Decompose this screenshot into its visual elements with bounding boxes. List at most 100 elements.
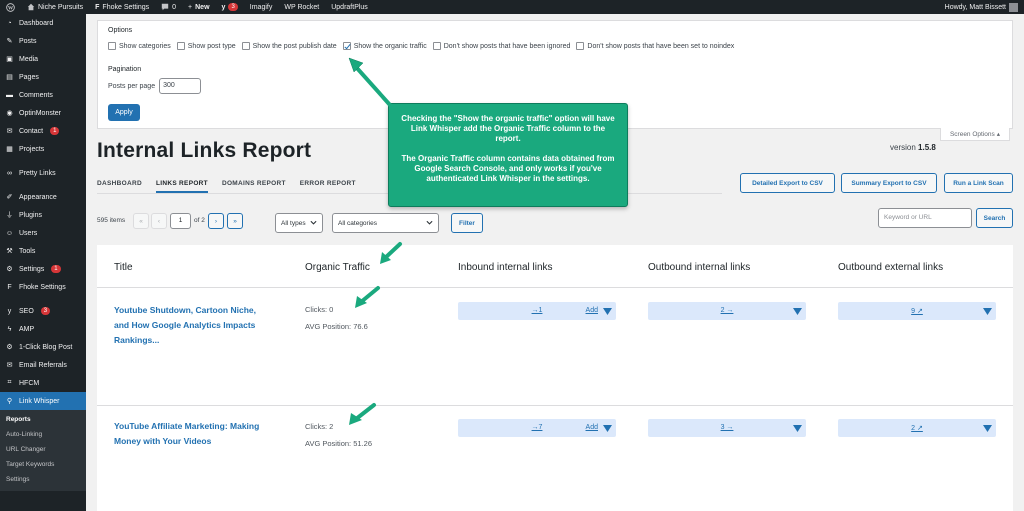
sidebar-item-pages[interactable]: ▤ Pages	[0, 68, 86, 86]
dropdown-arrow-icon[interactable]	[983, 308, 992, 315]
sidebar-item-email-referrals[interactable]: ✉ Email Referrals	[0, 356, 86, 374]
apply-button[interactable]: Apply	[108, 104, 140, 121]
add-inbound-link[interactable]: Add	[586, 307, 598, 314]
submenu-item-reports[interactable]: Reports	[0, 412, 86, 427]
new-content-link[interactable]: + New	[182, 0, 216, 14]
last-page-button[interactable]: »	[227, 213, 243, 229]
sidebar-item-amp[interactable]: ϟ AMP	[0, 320, 86, 338]
site-name-link[interactable]: Niche Pursuits	[21, 0, 89, 14]
checkbox[interactable]	[241, 42, 250, 50]
checkbox[interactable]	[342, 42, 351, 50]
current-page-input[interactable]: 1	[170, 213, 191, 229]
prev-page-button[interactable]: ‹	[151, 213, 167, 229]
submenu-item-target-keywords[interactable]: Target Keywords	[0, 457, 86, 472]
tab-error-report[interactable]: ERROR REPORT	[300, 176, 356, 193]
caret-up-icon: ▴	[996, 131, 1001, 138]
sidebar-item-contact[interactable]: ✉ Contact 1	[0, 122, 86, 140]
checkbox[interactable]	[108, 42, 116, 50]
sidebar-item-1-click-blog-post[interactable]: ⚙ 1-Click Blog Post	[0, 338, 86, 356]
sidebar-item-appearance[interactable]: ✐ Appearance	[0, 188, 86, 206]
outbound-internal-box[interactable]: 3 →	[648, 419, 806, 437]
outbound-external-box[interactable]: 9 ↗	[838, 302, 996, 320]
settings-icon: ⚙	[6, 266, 13, 273]
checkbox[interactable]	[576, 42, 585, 50]
option-don-t-show-posts-that-have-been-set-to-noindex[interactable]: Don't show posts that have been set to n…	[576, 42, 734, 50]
sidebar-item-comments[interactable]: ▬ Comments	[0, 86, 86, 104]
users-icon: ☺	[5, 229, 14, 237]
howdy-user[interactable]: Howdy, Matt Bissett	[939, 0, 1024, 14]
sidebar-item-settings[interactable]: ⚙ Settings 1	[0, 260, 86, 278]
submenu-item-auto-linking[interactable]: Auto-Linking	[0, 427, 86, 442]
tab-domains-report[interactable]: DOMAINS REPORT	[222, 176, 286, 193]
add-inbound-link[interactable]: Add	[586, 424, 598, 431]
outbound-external-count[interactable]: 2 ↗	[838, 424, 996, 432]
outbound-internal-count[interactable]: 2 →	[648, 307, 806, 314]
first-page-button[interactable]: «	[133, 213, 149, 229]
run-link-scan-button[interactable]: Run a Link Scan	[944, 173, 1013, 193]
post-title-link[interactable]: Youtube Shutdown, Cartoon Niche, and How…	[114, 303, 256, 348]
dropdown-arrow-icon[interactable]	[793, 308, 802, 315]
post-title-link[interactable]: YouTube Affiliate Marketing: Making Mone…	[114, 419, 259, 449]
outbound-external-count[interactable]: 9 ↗	[838, 307, 996, 315]
sidebar-item-link-whisper[interactable]: ⚲ Link Whisper	[0, 392, 86, 410]
type-select[interactable]: All types	[275, 213, 323, 233]
sidebar-item-pretty-links[interactable]: ∞ Pretty Links	[0, 164, 86, 182]
dropdown-arrow-icon[interactable]	[603, 308, 612, 315]
search-input[interactable]: Keyword or URL	[878, 208, 972, 228]
screen-options-tab[interactable]: Screen Options ▴	[940, 128, 1010, 141]
wp-logo-icon[interactable]: W	[0, 0, 21, 14]
sidebar-item-posts[interactable]: ✎ Posts	[0, 32, 86, 50]
summary-export-button[interactable]: Summary Export to CSV	[841, 173, 937, 193]
items-count: 595 items	[97, 217, 126, 224]
checkbox[interactable]	[432, 42, 441, 50]
sidebar-item-label: Link Whisper	[19, 397, 60, 405]
outbound-external-box[interactable]: 2 ↗	[838, 419, 996, 437]
option-show-categories[interactable]: Show categories	[108, 42, 171, 50]
outbound-internal-count[interactable]: 3 →	[648, 424, 806, 431]
submenu-item-settings[interactable]: Settings	[0, 472, 86, 487]
inbound-links-box[interactable]: →1 Add	[458, 302, 616, 320]
option-show-the-post-publish-date[interactable]: Show the post publish date	[241, 42, 337, 50]
amp-icon: ϟ	[7, 325, 12, 333]
sidebar-item-label: Plugins	[19, 211, 42, 219]
updraftplus-link[interactable]: UpdraftPlus	[325, 0, 374, 14]
comments-link[interactable]: 0	[155, 0, 182, 14]
yoast-link[interactable]: y 3	[216, 0, 244, 14]
checkbox[interactable]	[176, 42, 185, 50]
sidebar-item-dashboard[interactable]: ◔ Dashboard	[0, 14, 86, 32]
tab-dashboard[interactable]: DASHBOARD	[97, 176, 142, 193]
options-heading: Options	[108, 27, 133, 34]
wp-rocket-link[interactable]: WP Rocket	[278, 0, 325, 14]
inbound-links-box[interactable]: →7 Add	[458, 419, 616, 437]
sidebar-item-seo[interactable]: y SEO 3	[0, 302, 86, 320]
option-show-post-type[interactable]: Show post type	[176, 42, 236, 50]
detailed-export-button[interactable]: Detailed Export to CSV	[740, 173, 835, 193]
sidebar-item-media[interactable]: ▣ Media	[0, 50, 86, 68]
tab-links-report[interactable]: LINKS REPORT	[155, 176, 208, 193]
sidebar-item-plugins[interactable]: ⏚ Plugins	[0, 206, 86, 224]
imagify-link[interactable]: Imagify	[244, 0, 279, 14]
option-don-t-show-posts-that-have-been-ignored[interactable]: Don't show posts that have been ignored	[432, 42, 571, 50]
fhoke-settings-link[interactable]: F Fhoke Settings	[89, 0, 155, 14]
home-icon	[27, 3, 35, 11]
category-select[interactable]: All categories	[332, 213, 439, 233]
sidebar-item-tools[interactable]: ⚒ Tools	[0, 242, 86, 260]
dropdown-arrow-icon[interactable]	[603, 425, 612, 432]
sidebar-item-projects[interactable]: ▦ Projects	[0, 140, 86, 158]
filter-button[interactable]: Filter	[451, 213, 483, 233]
sidebar-item-hfcm[interactable]: ⌗ HFCM	[0, 374, 86, 392]
checkbox-label: Don't show posts that have been ignored	[443, 42, 571, 50]
sidebar-item-optinmonster[interactable]: ◉ OptinMonster	[0, 104, 86, 122]
new-label: New	[195, 3, 210, 11]
sidebar-item-fhoke-settings[interactable]: F Fhoke Settings	[0, 278, 86, 296]
option-show-the-organic-traffic[interactable]: Show the organic traffic	[342, 42, 427, 50]
sidebar-item-users[interactable]: ☺ Users	[0, 224, 86, 242]
dropdown-arrow-icon[interactable]	[793, 425, 802, 432]
search-button[interactable]: Search	[976, 208, 1013, 228]
next-page-button[interactable]: ›	[208, 213, 224, 229]
dropdown-arrow-icon[interactable]	[983, 425, 992, 432]
posts-per-page-input[interactable]: 300	[159, 78, 202, 94]
submenu-item-url-changer[interactable]: URL Changer	[0, 442, 86, 457]
outbound-internal-box[interactable]: 2 →	[648, 302, 806, 320]
version-text: version	[890, 143, 916, 152]
